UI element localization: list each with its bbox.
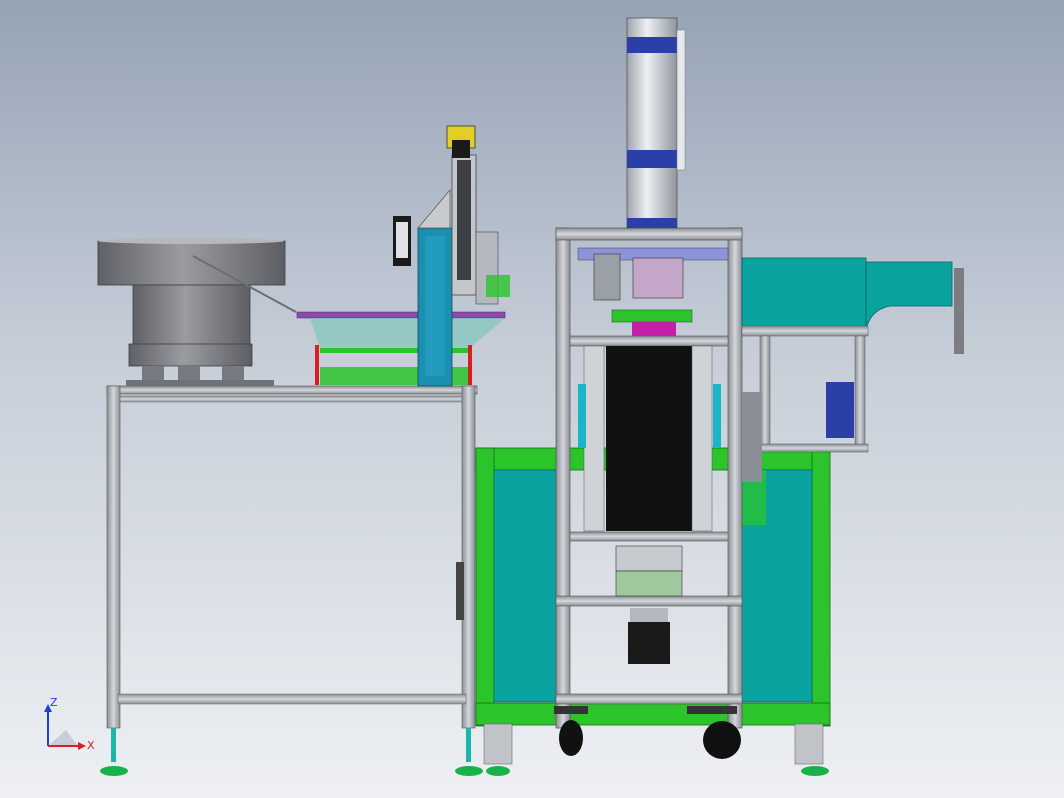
triad-plane [48, 730, 78, 746]
axis-triad: Z X [44, 696, 95, 752]
linear-feed-track [296, 311, 506, 385]
z-axis-label: Z [50, 696, 58, 709]
left-table-frame [100, 385, 483, 776]
vibratory-bowl-feeder [97, 238, 297, 386]
press-air-cylinder [626, 17, 686, 229]
x-axis-label: X [87, 739, 95, 752]
x-axis-arrowhead [78, 742, 86, 750]
machine-assembly-view [97, 17, 964, 776]
outfeed-conveyor [741, 257, 964, 482]
cad-viewport[interactable]: Z X [0, 0, 1064, 798]
